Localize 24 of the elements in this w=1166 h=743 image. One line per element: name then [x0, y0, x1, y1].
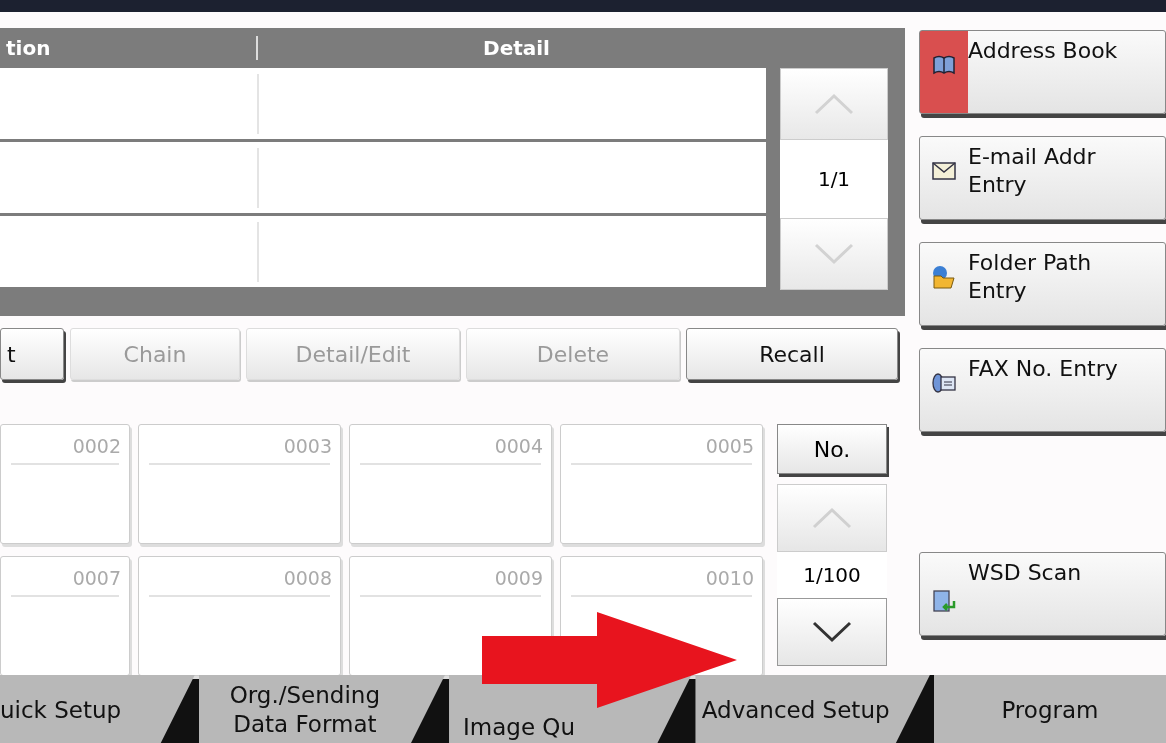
- scroll-down-button[interactable]: [777, 598, 887, 666]
- scan-icon: [932, 589, 956, 615]
- chevron-down-icon: [814, 243, 854, 265]
- column-header: tion: [0, 36, 258, 60]
- list-row[interactable]: [0, 68, 766, 139]
- tab[interactable]: Org./Sending Data Format: [198, 675, 445, 743]
- action-button[interactable]: t: [0, 328, 64, 380]
- number-button[interactable]: No.: [777, 424, 887, 474]
- page-counter: 1/1: [816, 166, 852, 193]
- chevron-down-icon: [812, 621, 852, 643]
- tab[interactable]: Advanced Setup: [695, 675, 930, 743]
- tab[interactable]: uick Setup: [0, 675, 195, 743]
- chevron-up-icon: [814, 93, 854, 115]
- tab[interactable]: Program: [933, 675, 1166, 743]
- envelope-icon: [932, 162, 956, 180]
- column-header: Detail: [482, 36, 551, 60]
- list-row[interactable]: [0, 216, 766, 287]
- book-icon: [932, 54, 956, 76]
- action-button[interactable]: Recall: [686, 328, 898, 380]
- list-row[interactable]: [0, 142, 766, 213]
- fax-icon: [931, 372, 957, 394]
- chevron-up-icon: [812, 507, 852, 529]
- page-counter: 1/100: [777, 552, 887, 598]
- folder-icon: [931, 265, 957, 289]
